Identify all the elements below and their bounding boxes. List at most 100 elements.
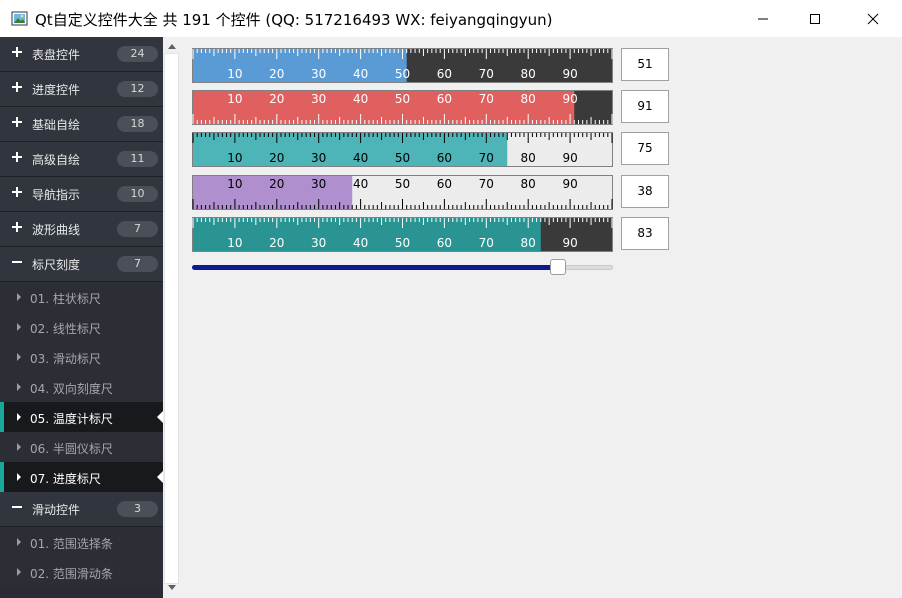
- ruler-value-box: 91: [621, 90, 669, 123]
- category-label: 基础自绘: [32, 118, 81, 132]
- ruler-tick-label: 40: [353, 67, 368, 81]
- sidebar-category[interactable]: 滑动控件 3: [0, 492, 163, 527]
- ruler-value-box: 83: [621, 217, 669, 250]
- expand-plus-icon: [12, 82, 22, 92]
- ruler-value-box: 75: [621, 132, 669, 165]
- scroll-up-arrow-icon[interactable]: [168, 44, 176, 49]
- ruler-tick-label: 30: [311, 67, 326, 81]
- window-title: Qt自定义控件大全 共 191 个控件 (QQ: 517216493 WX: f…: [35, 11, 553, 29]
- sidebar-subitem[interactable]: 02. 线性标尺: [0, 312, 163, 342]
- subitem-label: 02. 线性标尺: [30, 322, 101, 336]
- ruler-tick-label: 80: [521, 151, 536, 165]
- ruler-tick-label: 40: [353, 151, 368, 165]
- ruler-tick-label: 90: [562, 151, 577, 165]
- ruler-tick-label: 10: [227, 151, 242, 165]
- ruler-tick-label: 60: [437, 67, 452, 81]
- maximize-button[interactable]: [792, 0, 838, 37]
- ruler-tick-label: 30: [311, 92, 326, 106]
- app-window: Qt自定义控件大全 共 191 个控件 (QQ: 517216493 WX: f…: [0, 0, 902, 598]
- ruler-tick-label: 30: [311, 151, 326, 165]
- ruler-tick-label: 60: [437, 92, 452, 106]
- scrollbar-thumb[interactable]: [164, 53, 179, 584]
- collapse-minus-icon: [12, 261, 22, 263]
- ruler-tick-label: 80: [521, 67, 536, 81]
- sidebar-subitem[interactable]: 04. 双向刻度尺: [0, 372, 163, 402]
- count-badge: 10: [117, 186, 158, 202]
- subitem-label: 01. 范围选择条: [30, 537, 113, 551]
- minimize-button[interactable]: [740, 0, 786, 37]
- ruler-tick-label: 50: [395, 151, 410, 165]
- ruler-tick-label: 30: [311, 177, 326, 191]
- ruler-tick-label: 20: [269, 177, 284, 191]
- ruler-canvas: 10 20 30 40 50 60 70 80 90: [192, 175, 613, 210]
- title-bar: Qt自定义控件大全 共 191 个控件 (QQ: 517216493 WX: f…: [0, 0, 902, 37]
- expand-plus-icon: [12, 117, 22, 127]
- sidebar-category[interactable]: 进度控件 12: [0, 72, 163, 107]
- expand-plus-icon: [12, 152, 22, 162]
- ruler-tick-label: 50: [395, 177, 410, 191]
- ruler-value-box: 51: [621, 48, 669, 81]
- close-button[interactable]: [850, 0, 896, 37]
- ruler-tick-label: 70: [479, 177, 494, 191]
- caret-right-icon: [17, 383, 21, 391]
- scroll-down-arrow-icon[interactable]: [168, 585, 176, 590]
- sidebar-subitem[interactable]: 03. 滑动标尺: [0, 342, 163, 372]
- navigation-sidebar: 表盘控件 24 进度控件 12 基础自绘 18 高级自绘 11 导航指示 10 波形曲线 7 标尺刻度 7…: [0, 37, 163, 598]
- ruler-tick-label: 70: [479, 67, 494, 81]
- category-label: 表盘控件: [32, 48, 81, 62]
- ruler-tick-label: 10: [227, 67, 242, 81]
- ruler-bar: 10 20 30 40 50 60 70 80 90: [192, 217, 613, 252]
- caret-right-icon: [17, 413, 21, 421]
- sidebar-subitem[interactable]: 01. 范围选择条: [0, 527, 163, 557]
- ruler-bar: 10 20 30 40 50 60 70 80 90: [192, 48, 613, 83]
- category-label: 导航指示: [32, 188, 81, 202]
- progress-slider[interactable]: [192, 259, 613, 277]
- count-badge: 24: [117, 46, 158, 62]
- ruler-tick-label: 10: [227, 92, 242, 106]
- sidebar-subitem[interactable]: 07. 进度标尺: [0, 462, 163, 492]
- ruler-tick-label: 20: [269, 67, 284, 81]
- ruler-fill: [193, 91, 575, 124]
- close-icon: [867, 13, 879, 24]
- ruler-value-box: 38: [621, 175, 669, 208]
- sidebar-subitem[interactable]: 02. 范围滑动条: [0, 557, 163, 587]
- ruler-tick-label: 50: [395, 92, 410, 106]
- sidebar-category[interactable]: 表盘控件 24: [0, 37, 163, 72]
- sidebar-category[interactable]: 高级自绘 11: [0, 142, 163, 177]
- sidebar-category[interactable]: 标尺刻度 7: [0, 247, 163, 282]
- active-accent-bar: [0, 402, 4, 432]
- ruler-bar: 10 20 30 40 50 60 70 80 90: [192, 132, 613, 167]
- subitem-label: 04. 双向刻度尺: [30, 382, 113, 396]
- category-label: 标尺刻度: [32, 258, 81, 272]
- count-badge: 18: [117, 116, 158, 132]
- ruler-tick-label: 90: [562, 236, 577, 250]
- sidebar-category[interactable]: 导航指示 10: [0, 177, 163, 212]
- ruler-tick-label: 70: [479, 151, 494, 165]
- ruler-tick-label: 90: [562, 177, 577, 191]
- ruler-tick-label: 40: [353, 177, 368, 191]
- ruler-tick-label: 20: [269, 92, 284, 106]
- count-badge: 11: [117, 151, 158, 167]
- ruler-tick-label: 20: [269, 236, 284, 250]
- sidebar-category[interactable]: 波形曲线 7: [0, 212, 163, 247]
- slider-fill: [192, 265, 559, 270]
- expand-plus-icon: [12, 187, 22, 197]
- ruler-fill: [193, 49, 407, 82]
- ruler-tick-label: 40: [353, 236, 368, 250]
- category-label: 进度控件: [32, 83, 81, 97]
- caret-right-icon: [17, 353, 21, 361]
- subitem-label: 06. 半圆仪标尺: [30, 442, 113, 456]
- sidebar-subitem[interactable]: 06. 半圆仪标尺: [0, 432, 163, 462]
- sidebar-subitem[interactable]: 05. 温度计标尺: [0, 402, 163, 432]
- sidebar-category[interactable]: 基础自绘 18: [0, 107, 163, 142]
- ruler-tick-label: 20: [269, 151, 284, 165]
- slider-handle[interactable]: [550, 259, 567, 275]
- ruler-tick-label: 30: [311, 236, 326, 250]
- caret-right-icon: [17, 568, 21, 576]
- count-badge: 12: [117, 81, 158, 97]
- count-badge: 7: [117, 221, 158, 237]
- subitem-label: 03. 滑动标尺: [30, 352, 101, 366]
- sidebar-scrollbar[interactable]: [163, 37, 180, 598]
- sidebar-subitem[interactable]: 01. 柱状标尺: [0, 282, 163, 312]
- collapse-minus-icon: [12, 506, 22, 508]
